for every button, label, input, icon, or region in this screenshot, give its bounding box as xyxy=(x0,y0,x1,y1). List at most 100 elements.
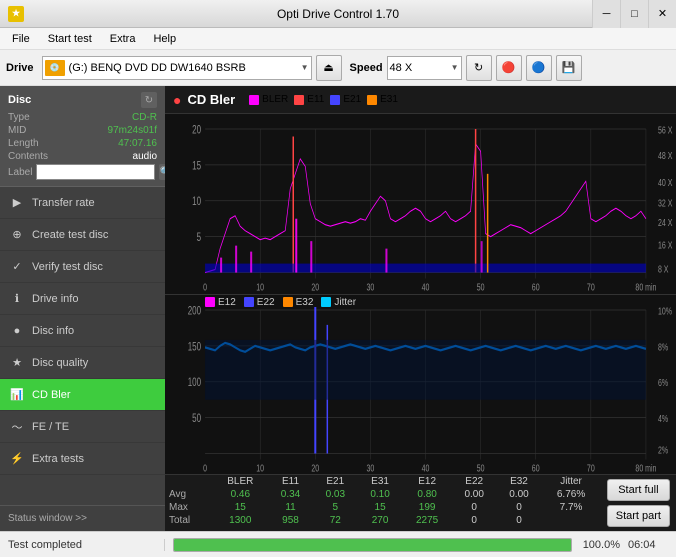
disc-mid-label: MID xyxy=(8,125,26,136)
start-full-button[interactable]: Start full xyxy=(607,479,670,501)
svg-text:48 X: 48 X xyxy=(658,149,672,161)
disc-contents-value: audio xyxy=(133,151,157,162)
status-text: Test completed xyxy=(0,539,165,551)
stats-table-wrapper: BLER E11 E21 E31 E12 E22 E32 Jitter Avg xyxy=(165,475,601,531)
svg-text:70: 70 xyxy=(587,281,595,293)
sidebar-item-cd-bler-label: CD Bler xyxy=(32,389,71,401)
stats-avg-label: Avg xyxy=(165,488,212,501)
svg-text:20: 20 xyxy=(311,281,319,293)
stats-max-label: Max xyxy=(165,501,212,514)
bottom-statusbar: Test completed 100.0% 06:04 xyxy=(0,531,676,557)
app-icon: ★ xyxy=(8,6,24,22)
stats-max-jitter: 7.7% xyxy=(541,501,600,514)
chart-header-icon: ● xyxy=(173,92,181,108)
legend-e22: E22 xyxy=(244,297,275,308)
svg-text:50: 50 xyxy=(477,462,485,474)
stats-avg-e31: 0.10 xyxy=(358,488,403,501)
top-chart: 20 15 10 5 56 X 48 X 40 X 32 X 24 X 16 X… xyxy=(165,114,676,295)
svg-text:0: 0 xyxy=(203,281,207,293)
sidebar-item-disc-quality[interactable]: ★ Disc quality xyxy=(0,347,165,379)
disc-label-input[interactable] xyxy=(36,164,155,180)
svg-text:32 X: 32 X xyxy=(658,197,672,209)
svg-text:10: 10 xyxy=(256,281,264,293)
sidebar-item-create-test-disc[interactable]: ⊕ Create test disc xyxy=(0,219,165,251)
info-button[interactable]: 🔵 xyxy=(526,55,552,81)
svg-text:20: 20 xyxy=(192,124,201,137)
stats-total-e11: 958 xyxy=(268,514,313,527)
sidebar-item-verify-test-disc[interactable]: ✓ Verify test disc xyxy=(0,251,165,283)
drivebar: Drive 💿 (G:) BENQ DVD DD DW1640 BSRB ▼ ⏏… xyxy=(0,50,676,86)
stats-header-e31: E31 xyxy=(358,475,403,488)
menu-extra[interactable]: Extra xyxy=(102,31,144,47)
stats-header-0 xyxy=(165,475,212,488)
svg-text:30: 30 xyxy=(366,462,374,474)
stats-header-e32: E32 xyxy=(497,475,542,488)
save-button[interactable]: 💾 xyxy=(556,55,582,81)
top-chart-svg: 20 15 10 5 56 X 48 X 40 X 32 X 24 X 16 X… xyxy=(165,114,676,294)
window-controls: ─ □ ✕ xyxy=(592,0,676,28)
speed-dropdown-arrow: ▼ xyxy=(451,63,459,72)
svg-text:5: 5 xyxy=(197,232,202,245)
sidebar-item-cd-bler[interactable]: 📊 CD Bler xyxy=(0,379,165,411)
eject-button[interactable]: ⏏ xyxy=(316,55,342,81)
stats-max-e11: 11 xyxy=(268,501,313,514)
svg-text:40 X: 40 X xyxy=(658,176,672,188)
disc-length-value: 47:07.16 xyxy=(118,138,157,149)
stats-total-e12: 2275 xyxy=(402,514,451,527)
stats-row: BLER E11 E21 E31 E12 E22 E32 Jitter Avg xyxy=(165,474,676,531)
speed-selector[interactable]: 48 X ▼ xyxy=(387,56,462,80)
settings-button[interactable]: 🔴 xyxy=(496,55,522,81)
refresh-drive-button[interactable]: ↻ xyxy=(466,55,492,81)
sidebar-item-verify-test-disc-label: Verify test disc xyxy=(32,261,103,273)
maximize-button[interactable]: □ xyxy=(620,0,648,28)
status-window-toggle[interactable]: Status window >> xyxy=(0,505,165,531)
svg-text:10%: 10% xyxy=(658,305,672,317)
svg-text:60: 60 xyxy=(532,462,540,474)
drive-selector[interactable]: 💿 (G:) BENQ DVD DD DW1640 BSRB ▼ xyxy=(42,56,312,80)
progress-bar xyxy=(173,538,572,552)
disc-quality-icon: ★ xyxy=(10,356,24,370)
disc-mid-value: 97m24s01f xyxy=(108,125,157,136)
sidebar-item-transfer-rate[interactable]: ▶ Transfer rate xyxy=(0,187,165,219)
action-buttons: Start full Start part xyxy=(601,475,676,531)
menu-help[interactable]: Help xyxy=(145,31,184,47)
bottom-chart-svg: 200 150 100 50 10% 8% 6% 4% 2% 0 10 20 3… xyxy=(165,295,676,475)
close-button[interactable]: ✕ xyxy=(648,0,676,28)
sidebar-item-extra-tests[interactable]: ⚡ Extra tests xyxy=(0,443,165,475)
stats-header-jitter: Jitter xyxy=(541,475,600,488)
stats-total-jitter xyxy=(541,514,600,527)
stats-avg-e22: 0.00 xyxy=(452,488,497,501)
sidebar-item-fe-te-label: FE / TE xyxy=(32,421,69,433)
svg-text:150: 150 xyxy=(188,340,202,353)
disc-type-label: Type xyxy=(8,112,30,123)
drive-value: (G:) BENQ DVD DD DW1640 BSRB xyxy=(69,62,297,74)
sidebar-item-fe-te[interactable]: 〜 FE / TE xyxy=(0,411,165,443)
stats-avg-row: Avg 0.46 0.34 0.03 0.10 0.80 0.00 0.00 6… xyxy=(165,488,601,501)
legend-e11: E11 xyxy=(294,94,324,105)
svg-text:0: 0 xyxy=(203,462,207,474)
legend-e32: E32 xyxy=(283,297,314,308)
chart-title: CD Bler xyxy=(187,92,235,107)
drive-dropdown-arrow: ▼ xyxy=(301,63,309,72)
stats-header-bler: BLER xyxy=(212,475,268,488)
stats-header-e12: E12 xyxy=(402,475,451,488)
disc-refresh-button[interactable]: ↻ xyxy=(141,92,157,108)
svg-text:30: 30 xyxy=(366,281,374,293)
progress-percent: 100.0% xyxy=(580,539,620,551)
cd-bler-icon: 📊 xyxy=(10,388,24,402)
sidebar-item-disc-info[interactable]: ● Disc info xyxy=(0,315,165,347)
svg-text:10: 10 xyxy=(192,196,201,209)
stats-total-e21: 72 xyxy=(313,514,358,527)
start-part-button[interactable]: Start part xyxy=(607,505,670,527)
stats-max-e22: 0 xyxy=(452,501,497,514)
menu-file[interactable]: File xyxy=(4,31,38,47)
disc-section: Disc ↻ Type CD-R MID 97m24s01f Length 47… xyxy=(0,86,165,187)
sidebar: Disc ↻ Type CD-R MID 97m24s01f Length 47… xyxy=(0,86,165,531)
sidebar-item-extra-tests-label: Extra tests xyxy=(32,453,84,465)
speed-label: Speed xyxy=(350,62,383,74)
charts-area: 20 15 10 5 56 X 48 X 40 X 32 X 24 X 16 X… xyxy=(165,114,676,474)
sidebar-item-drive-info[interactable]: ℹ Drive info xyxy=(0,283,165,315)
stats-max-row: Max 15 11 5 15 199 0 0 7.7% xyxy=(165,501,601,514)
minimize-button[interactable]: ─ xyxy=(592,0,620,28)
menu-starttest[interactable]: Start test xyxy=(40,31,100,47)
